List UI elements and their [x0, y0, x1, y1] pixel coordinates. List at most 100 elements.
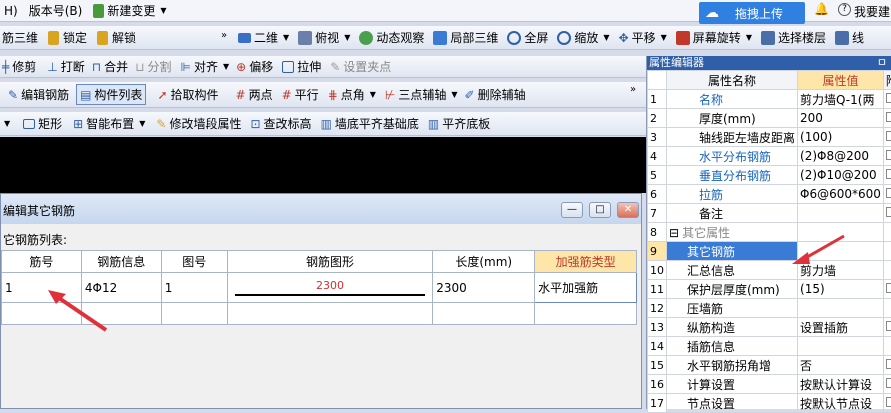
chevron-down-icon[interactable]: ▼: [370, 90, 376, 99]
cell-rebar-shape[interactable]: 2300: [227, 273, 433, 303]
btn-delete-axis[interactable]: 删除辅轴: [478, 86, 526, 103]
minimize-icon[interactable]: —: [561, 202, 583, 218]
chevron-down-icon[interactable]: ▼: [160, 6, 166, 15]
property-row[interactable]: 3轴线距左墙皮距离(100): [648, 128, 891, 147]
cell-length[interactable]: 2300: [433, 273, 535, 303]
chevron-down-icon[interactable]: ▼: [661, 33, 667, 42]
attach-checkbox[interactable]: [886, 93, 891, 103]
menu-version[interactable]: 版本号(B): [29, 2, 83, 19]
cell-figure-no[interactable]: 1: [161, 273, 227, 303]
property-value[interactable]: 剪力墙Q-1(两: [798, 90, 884, 109]
maximize-icon[interactable]: □: [589, 202, 611, 218]
btn-pick-component[interactable]: 拾取构件: [171, 86, 219, 103]
property-row[interactable]: 7备注: [648, 204, 891, 223]
property-row[interactable]: 12压墙筋: [648, 299, 891, 318]
btn-point-angle[interactable]: 点角: [341, 86, 365, 103]
property-value[interactable]: (2)Φ10@200: [798, 166, 884, 185]
attach-checkbox[interactable]: [886, 150, 891, 160]
btn-merge[interactable]: 合并: [104, 58, 128, 75]
bell-icon[interactable]: 🔔: [814, 2, 829, 16]
attach-checkbox[interactable]: [886, 169, 891, 179]
property-row[interactable]: 15水平钢筋拐角增否: [648, 356, 891, 375]
property-value[interactable]: 200: [798, 109, 884, 128]
property-row[interactable]: 8⊟其它属性: [648, 223, 891, 242]
btn-two-point[interactable]: 两点: [249, 86, 273, 103]
property-row[interactable]: 4水平分布钢筋(2)Φ8@200: [648, 147, 891, 166]
property-value[interactable]: [798, 204, 884, 223]
property-row[interactable]: 13纵筋构造设置插筋: [648, 318, 891, 337]
chevron-down-icon[interactable]: ▼: [451, 90, 457, 99]
property-row[interactable]: 1名称剪力墙Q-1(两: [648, 90, 891, 109]
btn-slab-flush[interactable]: 平齐底板: [442, 115, 490, 132]
property-value[interactable]: 按默认计算设: [798, 375, 884, 394]
menu-help[interactable]: H): [4, 4, 18, 18]
btn-three-point-axis[interactable]: 三点辅轴: [398, 86, 446, 103]
property-row[interactable]: 2厚度(mm)200: [648, 109, 891, 128]
attach-checkbox[interactable]: [886, 188, 891, 198]
menu-feedback[interactable]: 我要建: [854, 3, 890, 20]
dialog-titlebar[interactable]: 编辑其它钢筋 — □ ✕: [1, 194, 641, 224]
property-row[interactable]: 14插筋信息: [648, 337, 891, 356]
btn-select-floor[interactable]: 选择楼层: [778, 29, 826, 46]
btn-unlock[interactable]: 解锁: [112, 29, 136, 46]
btn-break[interactable]: 打断: [61, 58, 85, 75]
chevron-down-icon[interactable]: ▼: [139, 119, 145, 128]
property-row[interactable]: 17节点设置按默认节点设: [648, 394, 891, 413]
attach-checkbox[interactable]: [886, 378, 891, 388]
attach-checkbox[interactable]: [886, 359, 891, 369]
btn-rectangle[interactable]: 矩形: [38, 115, 62, 132]
attach-checkbox[interactable]: [886, 397, 891, 407]
btn-align[interactable]: 对齐: [194, 58, 218, 75]
btn-top-view[interactable]: 俯视: [315, 29, 339, 46]
attach-checkbox[interactable]: [886, 321, 891, 331]
help-circle-icon[interactable]: ?: [838, 3, 851, 16]
chevron-down-icon[interactable]: ▼: [223, 62, 229, 71]
property-value[interactable]: 设置插筋: [798, 318, 884, 337]
btn-wall-bottom-flush[interactable]: 墙底平齐基础底: [335, 115, 419, 132]
attach-checkbox[interactable]: [886, 207, 891, 217]
attach-checkbox[interactable]: [886, 283, 891, 293]
chevron-down-icon[interactable]: ▼: [4, 119, 10, 128]
cloud-upload-button[interactable]: ☁ 拖拽上传: [699, 2, 805, 24]
menu-new-change[interactable]: 新建变更: [107, 2, 155, 19]
property-value[interactable]: Φ6@600*600: [798, 185, 884, 204]
close-icon[interactable]: ✕: [617, 202, 639, 218]
btn-edit-rebar[interactable]: 编辑钢筋: [21, 86, 69, 103]
property-row[interactable]: 9其它钢筋: [648, 242, 891, 261]
btn-modify-wall-attr[interactable]: 修改墙段属性: [169, 115, 241, 132]
attach-checkbox[interactable]: [886, 112, 891, 122]
property-value[interactable]: (2)Φ8@200: [798, 147, 884, 166]
drawing-canvas[interactable]: [0, 137, 646, 193]
chevron-down-icon[interactable]: ▼: [603, 33, 609, 42]
attach-checkbox[interactable]: [886, 131, 891, 141]
chevron-down-icon[interactable]: ▼: [344, 33, 350, 42]
btn-local-3d[interactable]: 局部三维: [450, 29, 498, 46]
property-row[interactable]: 5垂直分布钢筋(2)Φ10@200: [648, 166, 891, 185]
toolbar-overflow-icon[interactable]: »: [221, 30, 227, 41]
property-value[interactable]: [798, 299, 884, 318]
btn-lock[interactable]: 锁定: [63, 29, 87, 46]
btn-check-elevation[interactable]: 查改标高: [264, 115, 312, 132]
chevron-down-icon[interactable]: ▼: [283, 33, 289, 42]
property-row[interactable]: 6拉筋Φ6@600*600: [648, 185, 891, 204]
property-editor-title[interactable]: 属性编辑器 ㅁ: [647, 56, 891, 70]
property-value[interactable]: 按默认节点设: [798, 394, 884, 413]
property-value[interactable]: 否: [798, 356, 884, 375]
btn-smart-layout[interactable]: 智能布置: [86, 115, 134, 132]
property-row[interactable]: 16计算设置按默认计算设: [648, 375, 891, 394]
btn-offset[interactable]: 偏移: [249, 58, 273, 75]
btn-rebar-3d[interactable]: 筋三维: [2, 29, 38, 46]
toolbar-overflow-icon[interactable]: »: [630, 84, 636, 95]
btn-orbit[interactable]: 动态观察: [376, 29, 424, 46]
cell-reinforce-type[interactable]: 水平加强筋: [535, 273, 637, 303]
property-value[interactable]: (100): [798, 128, 884, 147]
btn-fullscreen[interactable]: 全屏: [524, 29, 548, 46]
property-value[interactable]: [798, 337, 884, 356]
btn-pan[interactable]: 平移: [632, 29, 656, 46]
btn-zoom[interactable]: 缩放: [574, 29, 598, 46]
collapse-icon[interactable]: ⊟: [669, 226, 679, 240]
chevron-down-icon[interactable]: ▼: [746, 33, 752, 42]
property-row[interactable]: 10汇总信息剪力墙: [648, 261, 891, 280]
property-value[interactable]: (15): [798, 280, 884, 299]
property-row[interactable]: 11保护层厚度(mm)(15): [648, 280, 891, 299]
